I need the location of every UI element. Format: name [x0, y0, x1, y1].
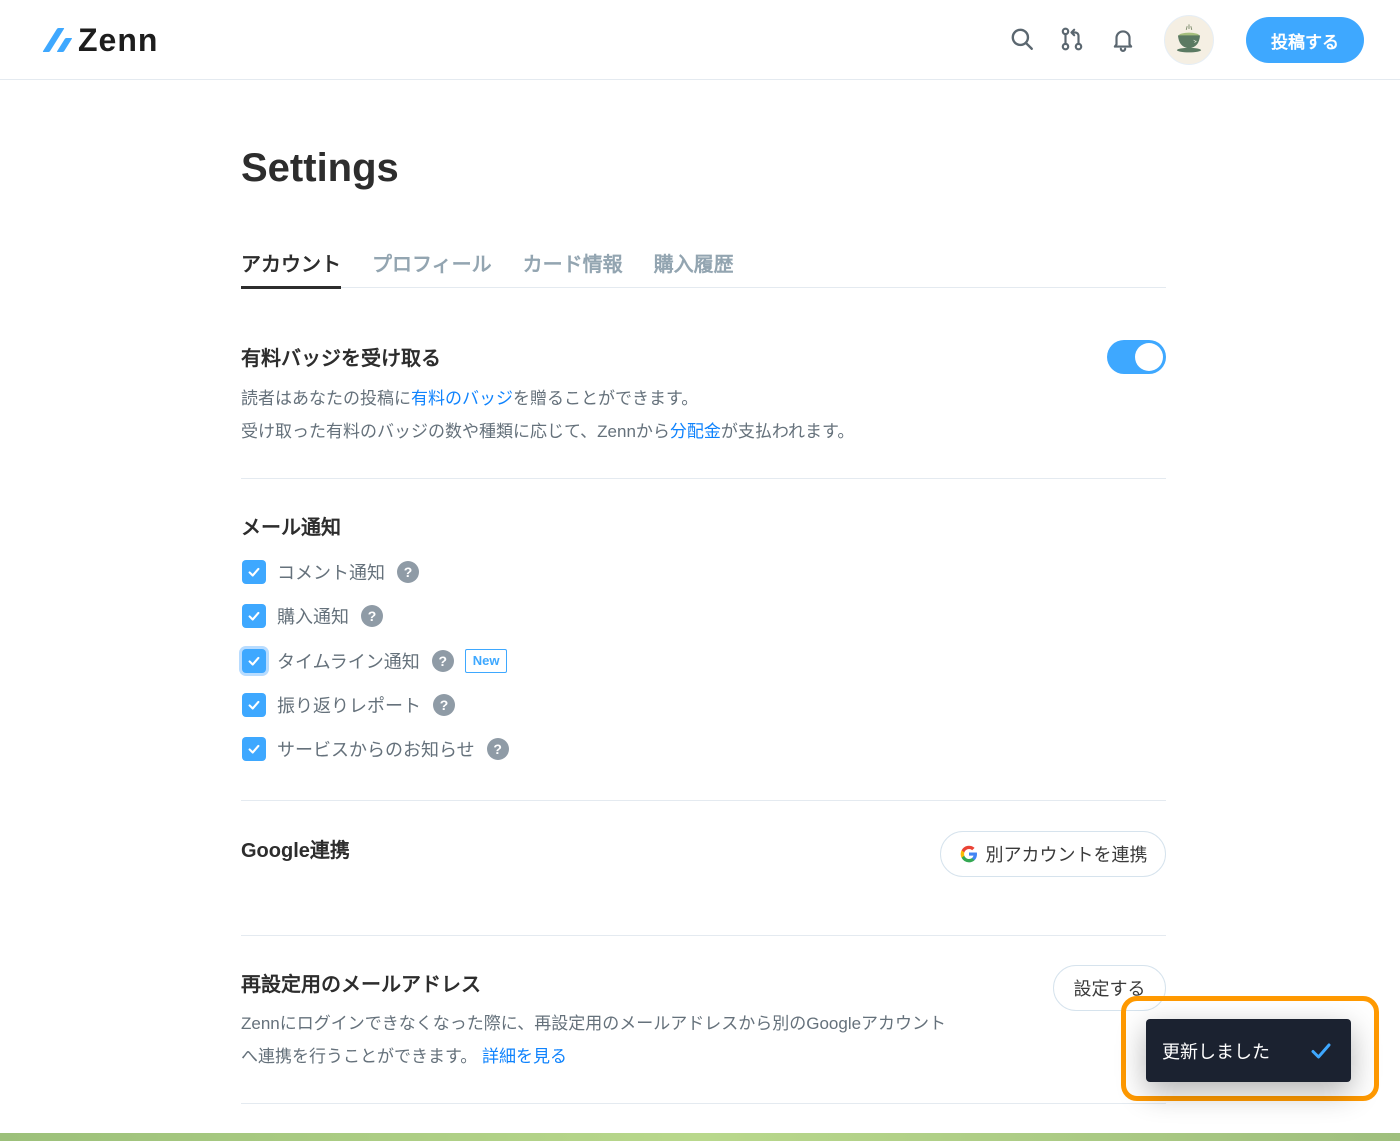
checkbox-comment-notification: コメント通知 ?: [242, 560, 419, 584]
post-button[interactable]: 投稿する: [1246, 17, 1364, 63]
button-label: 別アカウントを連携: [985, 845, 1148, 865]
tea-bowl-icon: [1177, 24, 1201, 53]
receive-badge-toggle[interactable]: [1107, 340, 1166, 374]
user-avatar[interactable]: [1164, 15, 1214, 65]
reset-desc-line1: Zennにログインできなくなった際に、再設定用のメールアドレスから別のGoogl…: [241, 1014, 947, 1033]
divider: [241, 935, 1166, 936]
checkbox-review-report: 振り返りレポート ?: [242, 693, 455, 717]
paid-badge-link[interactable]: 有料のバッジ: [411, 389, 513, 408]
checkbox-service-news: サービスからのお知らせ ?: [242, 737, 509, 761]
reset-email-section-title: 再設定用のメールアドレス: [241, 974, 481, 996]
checkbox[interactable]: [242, 649, 266, 673]
reset-desc-line2: へ連携を行うことができます。 詳細を見る: [241, 1040, 946, 1073]
checkbox[interactable]: [242, 693, 266, 717]
help-icon[interactable]: ?: [397, 561, 419, 583]
checkbox[interactable]: [242, 560, 266, 584]
checkbox-purchase-notification: 購入通知 ?: [242, 604, 383, 628]
badge-section-title: 有料バッジを受け取る: [241, 348, 441, 370]
badge-desc-line1: 読者はあなたの投稿に有料のバッジを贈ることができます。: [241, 382, 854, 415]
divider: [241, 478, 1166, 479]
mail-section-title: メール通知: [241, 517, 341, 539]
text: 受け取った有料のバッジの数や種類に応じて、Zennから: [241, 422, 670, 441]
check-icon: [1311, 1043, 1331, 1058]
text: へ連携を行うことができます。: [241, 1047, 478, 1066]
text: を贈ることができます。: [513, 389, 699, 408]
help-icon[interactable]: ?: [431, 650, 454, 672]
text: 読者はあなたの投稿に: [241, 389, 411, 408]
toggle-knob: [1135, 343, 1163, 371]
check-icon: [248, 611, 260, 621]
tab-account[interactable]: アカウント: [241, 240, 341, 289]
bottom-edge-strip: [0, 1133, 1400, 1141]
top-header: Zenn 投稿する: [0, 0, 1400, 80]
logo-text: Zenn: [78, 21, 159, 58]
toast-notification: 更新しました: [1146, 1019, 1351, 1082]
toast-message: 更新しました: [1162, 1041, 1270, 1062]
search-icon[interactable]: [1008, 25, 1036, 53]
tab-card-info[interactable]: カード情報: [523, 240, 623, 288]
google-icon: [960, 845, 977, 863]
tab-purchase-history[interactable]: 購入履歴: [654, 240, 734, 288]
badge-desc-line2: 受け取った有料のバッジの数や種類に応じて、Zennから分配金が支払われます。: [241, 415, 854, 448]
help-icon[interactable]: ?: [433, 694, 455, 716]
checkbox[interactable]: [242, 604, 266, 628]
checkbox-label: タイムライン通知: [277, 652, 420, 672]
reset-email-description: Zennにログインできなくなった際に、再設定用のメールアドレスから別のGoogl…: [241, 1007, 946, 1073]
new-badge: New: [464, 649, 508, 673]
payout-link[interactable]: 分配金: [670, 422, 721, 441]
check-icon: [248, 744, 260, 754]
pull-request-icon[interactable]: [1058, 25, 1086, 53]
checkbox-timeline-notification: タイムライン通知 ? New: [242, 649, 508, 673]
settings-tabs: アカウント プロフィール カード情報 購入履歴: [241, 240, 1166, 289]
checkbox-label: 購入通知: [277, 607, 349, 627]
divider: [241, 1103, 1166, 1104]
help-icon[interactable]: ?: [361, 605, 383, 627]
page-title: Settings: [241, 146, 399, 190]
checkbox-label: 振り返りレポート: [277, 696, 421, 716]
check-icon: [248, 656, 260, 666]
checkbox-label: サービスからのお知らせ: [277, 740, 475, 760]
check-icon: [248, 567, 260, 577]
link-google-account-button[interactable]: 別アカウントを連携: [940, 831, 1166, 877]
zenn-logo-icon: [42, 28, 73, 52]
badge-description: 読者はあなたの投稿に有料のバッジを贈ることができます。 受け取った有料のバッジの…: [241, 382, 854, 448]
help-icon[interactable]: ?: [486, 738, 509, 760]
divider: [241, 800, 1166, 801]
checkbox-label: コメント通知: [277, 563, 385, 583]
check-icon: [248, 700, 260, 710]
tab-profile[interactable]: プロフィール: [372, 240, 492, 288]
bell-icon[interactable]: [1109, 25, 1137, 53]
details-link[interactable]: 詳細を見る: [482, 1047, 567, 1066]
zenn-logo[interactable]: Zenn: [42, 21, 159, 58]
checkbox[interactable]: [242, 737, 266, 761]
text: が支払われます。: [720, 422, 855, 441]
google-section-title: Google連携: [241, 840, 350, 862]
